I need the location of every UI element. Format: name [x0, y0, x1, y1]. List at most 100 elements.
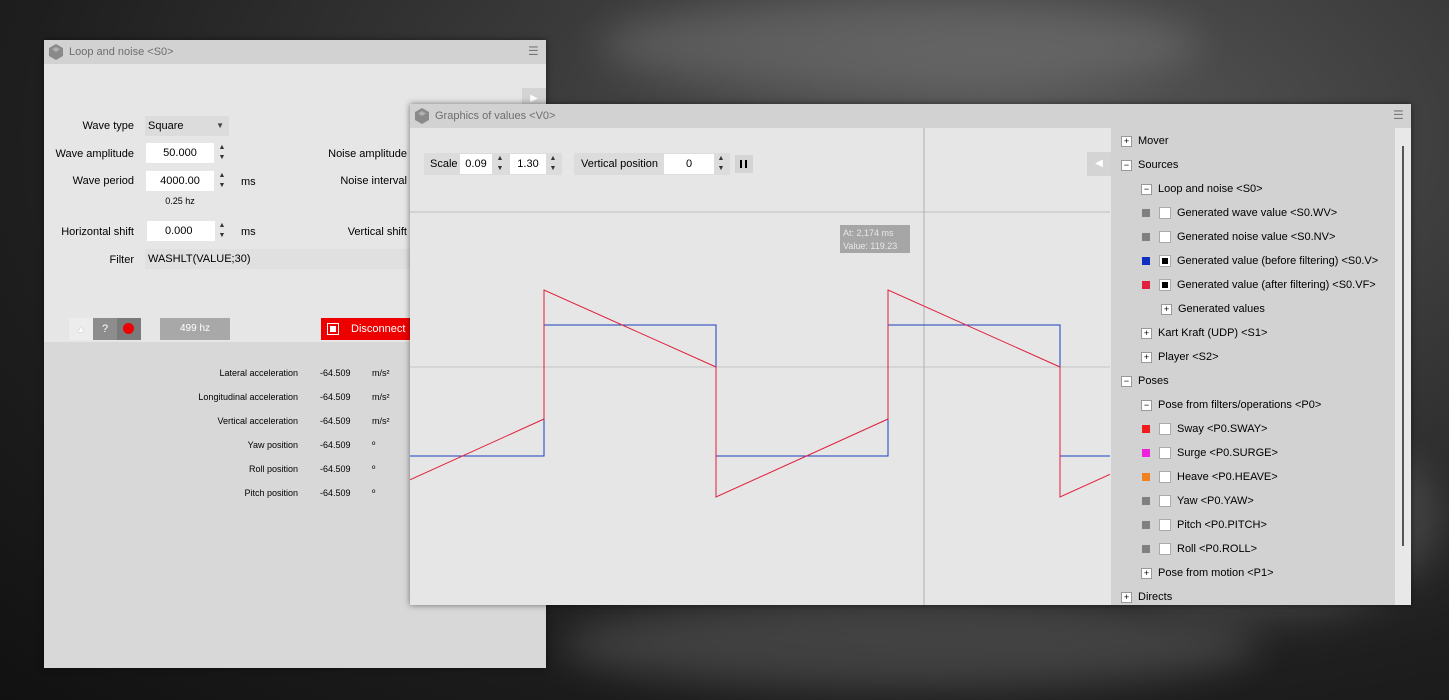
tree-item[interactable]: Pitch <P0.PITCH> — [1111, 516, 1395, 534]
sensor-value: -64.509 — [320, 464, 351, 474]
tree-item-label: Surge <P0.SURGE> — [1177, 447, 1278, 459]
expand-icon[interactable]: + — [1121, 136, 1132, 147]
tree-item[interactable]: − Pose from filters/operations <P0> — [1111, 396, 1395, 414]
wave-amplitude-stepper[interactable]: ▲ ▼ — [216, 143, 228, 163]
tree-item[interactable]: + Pose from motion <P1> — [1111, 564, 1395, 582]
wave-period-value: 4000.00 — [160, 175, 200, 187]
app-logo-icon — [49, 44, 63, 60]
series-checkbox[interactable] — [1159, 471, 1171, 483]
value-graph[interactable]: At: 2,174 ms Value: 119.23 — [410, 128, 1110, 605]
background-texture — [600, 0, 1200, 90]
wave-amplitude-value: 50.000 — [163, 147, 197, 159]
expand-icon[interactable]: + — [1141, 352, 1152, 363]
graphics-window-titlebar[interactable]: Graphics of values <V0> ☰ — [410, 104, 1411, 128]
collapse-icon[interactable]: − — [1141, 400, 1152, 411]
tree-item-label: Generated value (before filtering) <S0.V… — [1177, 255, 1379, 267]
tree-item[interactable]: Sway <P0.SWAY> — [1111, 420, 1395, 438]
record-button[interactable] — [117, 318, 141, 340]
app-logo-icon — [415, 108, 429, 124]
tree-toggle-button[interactable]: ◀ — [1087, 152, 1111, 176]
tree-item-label: Kart Kraft (UDP) <S1> — [1158, 327, 1268, 339]
tree-item[interactable]: Heave <P0.HEAVE> — [1111, 468, 1395, 486]
tree-item[interactable]: + Mover — [1111, 132, 1395, 150]
sensor-unit: m/s² — [372, 368, 390, 378]
tree-item-label: Loop and noise <S0> — [1158, 183, 1263, 195]
wave-period-stepper[interactable]: ▲ ▼ — [216, 171, 228, 191]
tree-item-label: Generated noise value <S0.NV> — [1177, 231, 1336, 243]
wave-type-select[interactable]: Square ▼ — [145, 116, 229, 136]
sensor-value: -64.509 — [320, 416, 351, 426]
tree-item[interactable]: + Generated values — [1111, 300, 1395, 318]
tree-item-label: Generated value (after filtering) <S0.VF… — [1177, 279, 1376, 291]
wave-period-label: Wave period — [72, 175, 134, 187]
tree-item[interactable]: + Player <S2> — [1111, 348, 1395, 366]
series-checkbox[interactable] — [1159, 279, 1171, 291]
help-label: ? — [101, 323, 109, 335]
wave-amplitude-input[interactable]: 50.000 — [146, 143, 214, 163]
loop-window-title: Loop and noise <S0> — [69, 46, 174, 58]
filter-input[interactable]: WASHLT(VALUE;30) — [145, 249, 411, 269]
collapse-icon[interactable]: − — [1121, 160, 1132, 171]
channel-tree-panel: + Mover − Sources − Loop and noise <S0> Genera… — [1111, 128, 1395, 605]
tree-item[interactable]: − Poses — [1111, 372, 1395, 390]
expand-icon[interactable]: + — [1141, 328, 1152, 339]
collapse-icon[interactable]: − — [1121, 376, 1132, 387]
sensor-unit: º — [372, 464, 376, 474]
collapse-up-button[interactable]: ▲ — [69, 318, 93, 340]
sensor-unit: m/s² — [372, 392, 390, 402]
series-color-swatch — [1142, 281, 1150, 289]
background-texture — [560, 600, 1260, 690]
sensor-label: Longitudinal acceleration — [198, 392, 298, 402]
tree-item[interactable]: Generated wave value <S0.WV> — [1111, 204, 1395, 222]
tree-item[interactable]: Generated noise value <S0.NV> — [1111, 228, 1395, 246]
wave-type-label: Wave type — [82, 120, 134, 132]
tree-item[interactable]: Generated value (after filtering) <S0.VF… — [1111, 276, 1395, 294]
tree-item[interactable]: Generated value (before filtering) <S0.V… — [1111, 252, 1395, 270]
collapse-icon[interactable]: − — [1141, 184, 1152, 195]
horizontal-shift-stepper[interactable]: ▲ ▼ — [216, 221, 228, 241]
tree-item-label: Pose from filters/operations <P0> — [1158, 399, 1322, 411]
tree-scrollbar-thumb[interactable] — [1402, 146, 1404, 546]
series-checkbox[interactable] — [1159, 543, 1171, 555]
loop-window-titlebar[interactable]: Loop and noise <S0> ☰ — [44, 40, 546, 64]
tree-item[interactable]: Surge <P0.SURGE> — [1111, 444, 1395, 462]
horizontal-shift-unit: ms — [241, 226, 256, 238]
help-button[interactable]: ? — [93, 318, 117, 340]
expand-icon[interactable]: + — [1141, 568, 1152, 579]
hamburger-menu-icon[interactable]: ☰ — [1393, 109, 1404, 121]
series-before-filtering — [410, 324, 1110, 457]
tree-item[interactable]: + Kart Kraft (UDP) <S1> — [1111, 324, 1395, 342]
tree-item[interactable]: − Sources — [1111, 156, 1395, 174]
series-color-swatch — [1142, 545, 1150, 553]
tree-item-label: Sources — [1138, 159, 1179, 171]
disconnect-checkbox-icon — [327, 323, 339, 335]
series-checkbox[interactable] — [1159, 495, 1171, 507]
series-checkbox[interactable] — [1159, 447, 1171, 459]
sensor-unit: º — [372, 488, 376, 498]
expand-icon[interactable]: + — [1121, 592, 1132, 603]
sensor-value: -64.509 — [320, 368, 351, 378]
tree-scrollbar[interactable] — [1395, 128, 1411, 605]
tree-item-label: Roll <P0.ROLL> — [1177, 543, 1258, 555]
tree-item[interactable]: + Directs — [1111, 588, 1395, 605]
series-checkbox[interactable] — [1159, 231, 1171, 243]
series-color-swatch — [1142, 497, 1150, 505]
tree-item-label: Mover — [1138, 135, 1169, 147]
wave-period-input[interactable]: 4000.00 — [146, 171, 214, 191]
horizontal-shift-input[interactable]: 0.000 — [147, 221, 215, 241]
tree-item[interactable]: Roll <P0.ROLL> — [1111, 540, 1395, 558]
disconnect-button[interactable]: Disconnect — [321, 318, 411, 340]
tree-item[interactable]: − Loop and noise <S0> — [1111, 180, 1395, 198]
hamburger-menu-icon[interactable]: ☰ — [528, 45, 539, 57]
series-checkbox[interactable] — [1159, 519, 1171, 531]
tree-item[interactable]: Yaw <P0.YAW> — [1111, 492, 1395, 510]
filter-value: WASHLT(VALUE;30) — [148, 253, 251, 265]
sensor-value: -64.509 — [320, 392, 351, 402]
expand-icon[interactable]: + — [1161, 304, 1172, 315]
series-checkbox[interactable] — [1159, 255, 1171, 267]
tree-item-label: Directs — [1138, 591, 1173, 603]
series-color-swatch — [1142, 233, 1150, 241]
series-checkbox[interactable] — [1159, 207, 1171, 219]
sensor-label: Vertical acceleration — [217, 416, 298, 426]
series-checkbox[interactable] — [1159, 423, 1171, 435]
